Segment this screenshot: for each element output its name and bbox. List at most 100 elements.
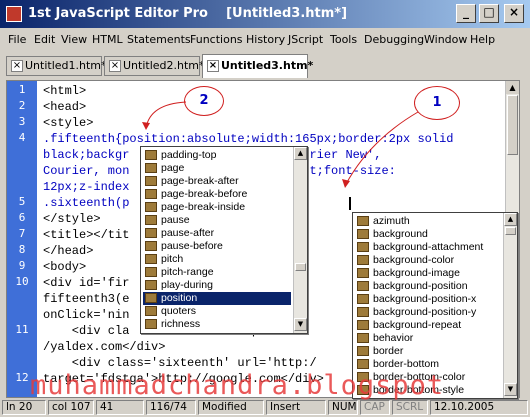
scroll-up-icon[interactable]: ▲ xyxy=(294,147,307,160)
property-icon xyxy=(357,333,369,343)
item-label: background-image xyxy=(373,267,460,279)
code-line: <body> xyxy=(43,260,87,274)
item-label: background-attachment xyxy=(373,241,484,253)
line-number: 1 xyxy=(18,83,26,96)
list-item[interactable]: pause xyxy=(143,214,291,227)
menu-tools[interactable]: Tools xyxy=(330,33,357,46)
property-icon xyxy=(145,202,157,212)
menu-edit[interactable]: Edit xyxy=(34,33,55,46)
list-item[interactable]: azimuth xyxy=(355,215,503,228)
popup-scrollbar[interactable]: ▲ ▼ xyxy=(293,147,307,333)
menu-functions[interactable]: Functions xyxy=(190,33,243,46)
item-label: background-position-x xyxy=(373,293,477,305)
list-item[interactable]: background-repeat xyxy=(355,319,503,332)
scrollbar-thumb[interactable] xyxy=(505,227,516,235)
scrollbar-thumb[interactable] xyxy=(507,95,518,155)
item-label: play-during xyxy=(161,279,213,291)
menu-statements[interactable]: Statements xyxy=(127,33,191,46)
list-item[interactable]: behavior xyxy=(355,332,503,345)
close-tab-icon[interactable]: × xyxy=(207,60,219,72)
popup-scrollbar[interactable]: ▲ ▼ xyxy=(503,213,517,398)
list-item[interactable]: page-break-after xyxy=(143,175,291,188)
list-item[interactable]: pause-after xyxy=(143,227,291,240)
line-number-gutter: 1 2 3 4 5 6 7 8 9 10 11 12 xyxy=(7,81,37,397)
list-item[interactable]: pitch-range xyxy=(143,266,291,279)
list-item[interactable]: quoters xyxy=(143,305,291,318)
code-line: <style> xyxy=(43,116,94,130)
list-item[interactable]: page xyxy=(143,162,291,175)
list-item[interactable]: background-position-y xyxy=(355,306,503,319)
list-item[interactable]: background-attachment xyxy=(355,241,503,254)
item-label: quoters xyxy=(161,305,197,317)
menu-debugging[interactable]: Debugging xyxy=(364,33,424,46)
item-label: position xyxy=(161,292,198,304)
property-icon xyxy=(145,150,157,160)
property-icon xyxy=(145,280,157,290)
property-icon xyxy=(145,189,157,199)
list-item[interactable]: play-during xyxy=(143,279,291,292)
status-modified: Modified xyxy=(198,400,264,415)
line-number: 10 xyxy=(15,275,29,288)
scroll-up-icon[interactable]: ▲ xyxy=(506,81,519,94)
app-icon[interactable] xyxy=(6,6,22,22)
menu-file[interactable]: File xyxy=(8,33,26,46)
callout-two: 2 xyxy=(184,86,224,116)
document-title: [Untitled3.htm*] xyxy=(226,6,348,21)
list-item[interactable]: page-break-inside xyxy=(143,201,291,214)
property-icon xyxy=(145,228,157,238)
menu-html[interactable]: HTML xyxy=(92,33,123,46)
close-tab-icon[interactable]: × xyxy=(11,60,23,72)
list-item[interactable]: background-position xyxy=(355,280,503,293)
code-line: <title></tit xyxy=(43,228,130,242)
list-item[interactable]: background-position-x xyxy=(355,293,503,306)
list-item[interactable]: pitch xyxy=(143,253,291,266)
list-item[interactable]: richness xyxy=(143,318,291,331)
line-number: 8 xyxy=(18,243,26,256)
item-label: azimuth xyxy=(373,215,410,227)
property-autocomplete-list[interactable]: padding-top page page-break-after page-b… xyxy=(140,146,308,334)
scroll-down-icon[interactable]: ▼ xyxy=(294,318,307,331)
minimize-button[interactable]: _ xyxy=(456,4,476,23)
document-tabs: × Untitled1.htm* × Untitled2.htm* × Unti… xyxy=(0,54,530,78)
menu-help[interactable]: Help xyxy=(470,33,495,46)
list-item[interactable]: page-break-before xyxy=(143,188,291,201)
property-icon xyxy=(145,293,157,303)
tab-untitled2[interactable]: × Untitled2.htm* xyxy=(104,56,205,76)
scroll-down-icon[interactable]: ▼ xyxy=(504,383,517,396)
item-label: pause xyxy=(161,214,190,226)
status-scroll-lock: SCRL xyxy=(392,400,428,415)
close-tab-icon[interactable]: × xyxy=(109,60,121,72)
list-item[interactable]: background xyxy=(355,228,503,241)
tab-untitled1[interactable]: × Untitled1.htm* xyxy=(6,56,107,76)
maximize-button[interactable]: □ xyxy=(479,4,499,23)
status-count: 41 xyxy=(96,400,144,415)
tab-untitled3[interactable]: × Untitled3.htm* xyxy=(202,54,313,78)
line-number: 9 xyxy=(18,259,26,272)
close-button[interactable]: × xyxy=(504,4,524,23)
list-item[interactable]: padding-top xyxy=(143,149,291,162)
item-label: background-position-y xyxy=(373,306,477,318)
property-icon xyxy=(145,176,157,186)
item-label: pitch xyxy=(161,253,184,265)
list-item[interactable]: background-color xyxy=(355,254,503,267)
list-item[interactable]: background-image xyxy=(355,267,503,280)
menu-window[interactable]: Window xyxy=(424,33,467,46)
list-item-selected[interactable]: position xyxy=(143,292,291,305)
property-icon xyxy=(357,307,369,317)
title-bar: 1st JavaScript Editor Pro [Untitled3.htm… xyxy=(0,0,530,28)
list-item[interactable]: pause-before xyxy=(143,240,291,253)
item-label: pitch-range xyxy=(161,266,214,278)
code-line: <html> xyxy=(43,84,87,98)
scrollbar-thumb[interactable] xyxy=(295,263,306,271)
menu-jscript[interactable]: JScript xyxy=(288,33,323,46)
code-line: /yaldex.com</div> xyxy=(43,340,166,354)
scroll-up-icon[interactable]: ▲ xyxy=(504,213,517,226)
menu-view[interactable]: View xyxy=(61,33,87,46)
list-item[interactable]: border xyxy=(355,345,503,358)
menu-bar: File Edit View HTML Statements Functions… xyxy=(0,30,530,50)
item-label: border xyxy=(373,345,404,357)
menu-history[interactable]: History xyxy=(246,33,285,46)
text-cursor xyxy=(349,197,351,210)
property-icon xyxy=(145,241,157,251)
status-insert-mode: Insert xyxy=(266,400,326,415)
